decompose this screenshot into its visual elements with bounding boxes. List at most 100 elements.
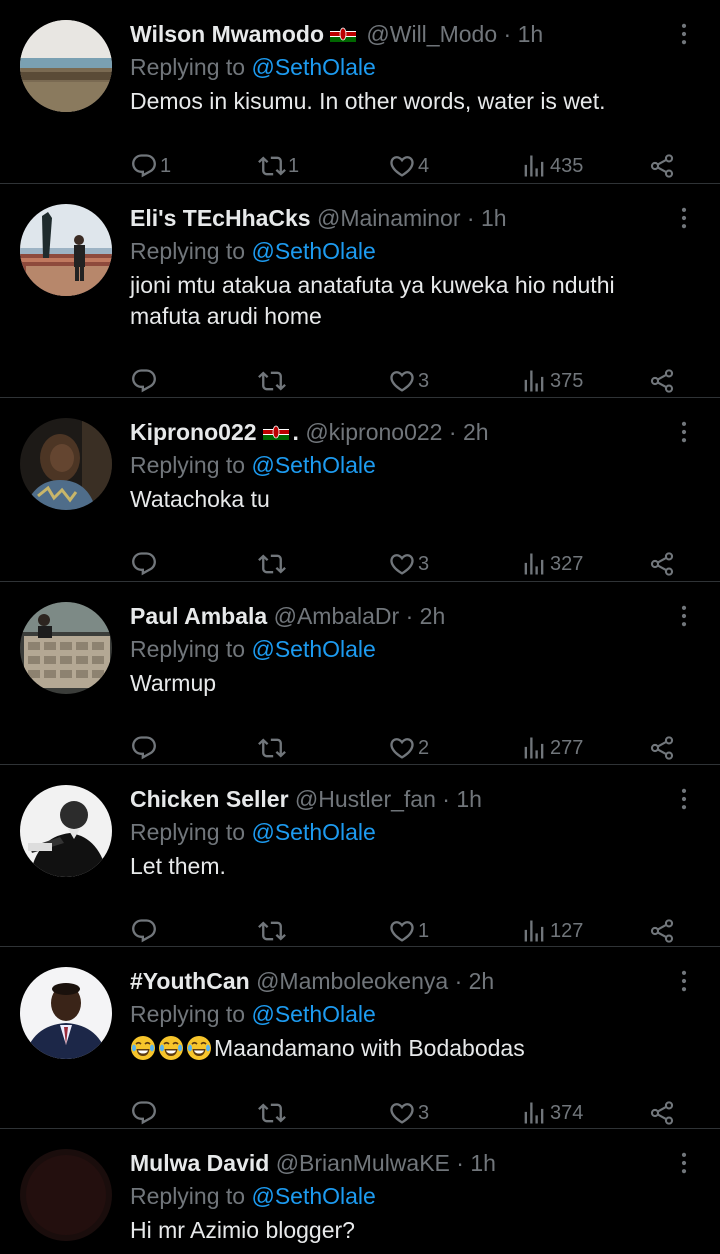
avatar[interactable] (20, 967, 112, 1059)
more-options-icon[interactable] (670, 20, 698, 48)
retweet-button[interactable] (258, 365, 288, 397)
share-button[interactable] (648, 548, 676, 580)
tweet-body: Demos in kisumu. In other words, water i… (130, 88, 606, 114)
avatar[interactable] (20, 1149, 112, 1241)
mention-link[interactable]: @SethOlale (251, 54, 375, 80)
mention-link[interactable]: @SethOlale (251, 1183, 375, 1209)
more-options-icon[interactable] (670, 785, 698, 813)
timestamp[interactable]: 2h (463, 419, 489, 445)
view-count: 127 (550, 919, 584, 942)
reply-button[interactable] (130, 1097, 160, 1129)
views-button[interactable]: 375 (520, 365, 583, 397)
like-button[interactable]: 1 (388, 915, 429, 947)
timestamp[interactable]: 2h (420, 603, 446, 629)
like-button[interactable]: 4 (388, 150, 429, 182)
views-button[interactable]: 327 (520, 548, 583, 580)
tweet-text: Watachoka tu (130, 484, 670, 515)
separator-dot: · (454, 968, 463, 994)
view-count: 435 (550, 154, 584, 177)
display-name[interactable]: Chicken Seller (130, 786, 289, 812)
replying-prefix: Replying to (130, 636, 252, 662)
retweet-button[interactable] (258, 732, 288, 764)
display-name-suffix: . (292, 419, 299, 445)
display-name[interactable]: Paul Ambala (130, 603, 267, 629)
tweet-text: Maandamano with Bodabodas (130, 1033, 670, 1064)
like-count: 3 (418, 369, 430, 392)
user-handle[interactable]: @kiprono022 (305, 419, 442, 445)
display-name[interactable]: Wilson Mwamodo (130, 21, 324, 47)
like-count: 3 (418, 552, 430, 575)
timestamp[interactable]: 1h (470, 1150, 496, 1176)
user-handle[interactable]: @Mainaminor (317, 205, 461, 231)
avatar[interactable] (20, 204, 112, 296)
display-name[interactable]: #YouthCan (130, 968, 250, 994)
replying-prefix: Replying to (130, 1183, 252, 1209)
tweet-body: Hi mr Azimio blogger? (130, 1217, 355, 1243)
tweet[interactable]: Kiprono022. @kiprono022 · 2h Replying to … (0, 398, 720, 582)
timestamp[interactable]: 1h (456, 786, 482, 812)
views-button[interactable]: 374 (520, 1097, 583, 1129)
reply-button[interactable] (130, 915, 160, 947)
tweet[interactable]: #YouthCan @Mamboleokenya · 2h Replying to… (0, 947, 720, 1129)
tweet[interactable]: Wilson Mwamodo @Will_Modo · 1h Replying t… (0, 0, 720, 184)
reply-button[interactable] (130, 732, 160, 764)
retweet-icon (258, 152, 286, 180)
timestamp[interactable]: 2h (469, 968, 495, 994)
like-count: 2 (418, 736, 430, 759)
views-button[interactable]: 435 (520, 150, 583, 182)
views-button[interactable]: 127 (520, 915, 583, 947)
tweet[interactable]: Mulwa David @BrianMulwaKE · 1h Replying t… (0, 1129, 720, 1254)
avatar[interactable] (20, 602, 112, 694)
retweet-button[interactable] (258, 1097, 288, 1129)
display-name[interactable]: Mulwa David (130, 1150, 269, 1176)
reply-button[interactable]: 1 (130, 150, 171, 182)
display-name[interactable]: Eli's TEcHhaCks (130, 205, 311, 231)
user-handle[interactable]: @Mamboleokenya (256, 968, 448, 994)
more-options-icon[interactable] (670, 1149, 698, 1177)
share-button[interactable] (648, 365, 676, 397)
user-handle[interactable]: @AmbalaDr (274, 603, 400, 629)
tweet[interactable]: Chicken Seller @Hustler_fan · 1h Replying… (0, 765, 720, 947)
reply-icon (130, 550, 158, 578)
like-button[interactable]: 3 (388, 365, 429, 397)
view-count: 375 (550, 369, 584, 392)
avatar[interactable] (20, 20, 112, 112)
more-options-icon[interactable] (670, 418, 698, 446)
like-button[interactable]: 2 (388, 732, 429, 764)
tweet-text: Warmup (130, 668, 670, 699)
heart-icon (388, 152, 416, 180)
reply-icon (130, 917, 158, 945)
user-handle[interactable]: @BrianMulwaKE (276, 1150, 450, 1176)
more-options-icon[interactable] (670, 967, 698, 995)
share-button[interactable] (648, 150, 676, 182)
more-options-icon[interactable] (670, 602, 698, 630)
separator-dot: · (503, 21, 512, 47)
timestamp[interactable]: 1h (518, 21, 544, 47)
retweet-button[interactable] (258, 548, 288, 580)
like-button[interactable]: 3 (388, 1097, 429, 1129)
like-button[interactable]: 3 (388, 548, 429, 580)
timestamp[interactable]: 1h (481, 205, 507, 231)
mention-link[interactable]: @SethOlale (251, 452, 375, 478)
user-handle[interactable]: @Hustler_fan (295, 786, 436, 812)
mention-link[interactable]: @SethOlale (251, 1001, 375, 1027)
user-handle[interactable]: @Will_Modo (366, 21, 497, 47)
mention-link[interactable]: @SethOlale (251, 819, 375, 845)
reply-button[interactable] (130, 548, 160, 580)
share-button[interactable] (648, 1097, 676, 1129)
retweet-button[interactable] (258, 915, 288, 947)
share-button[interactable] (648, 732, 676, 764)
share-button[interactable] (648, 915, 676, 947)
mention-link[interactable]: @SethOlale (251, 636, 375, 662)
retweet-button[interactable]: 1 (258, 150, 299, 182)
reply-icon (130, 734, 158, 762)
avatar[interactable] (20, 785, 112, 877)
tweet[interactable]: Eli's TEcHhaCks @Mainaminor · 1h Replying… (0, 184, 720, 398)
reply-button[interactable] (130, 365, 160, 397)
avatar[interactable] (20, 418, 112, 510)
tweet[interactable]: Paul Ambala @AmbalaDr · 2h Replying to @S… (0, 582, 720, 765)
views-button[interactable]: 277 (520, 732, 583, 764)
mention-link[interactable]: @SethOlale (251, 238, 375, 264)
more-options-icon[interactable] (670, 204, 698, 232)
display-name[interactable]: Kiprono022 (130, 419, 257, 445)
